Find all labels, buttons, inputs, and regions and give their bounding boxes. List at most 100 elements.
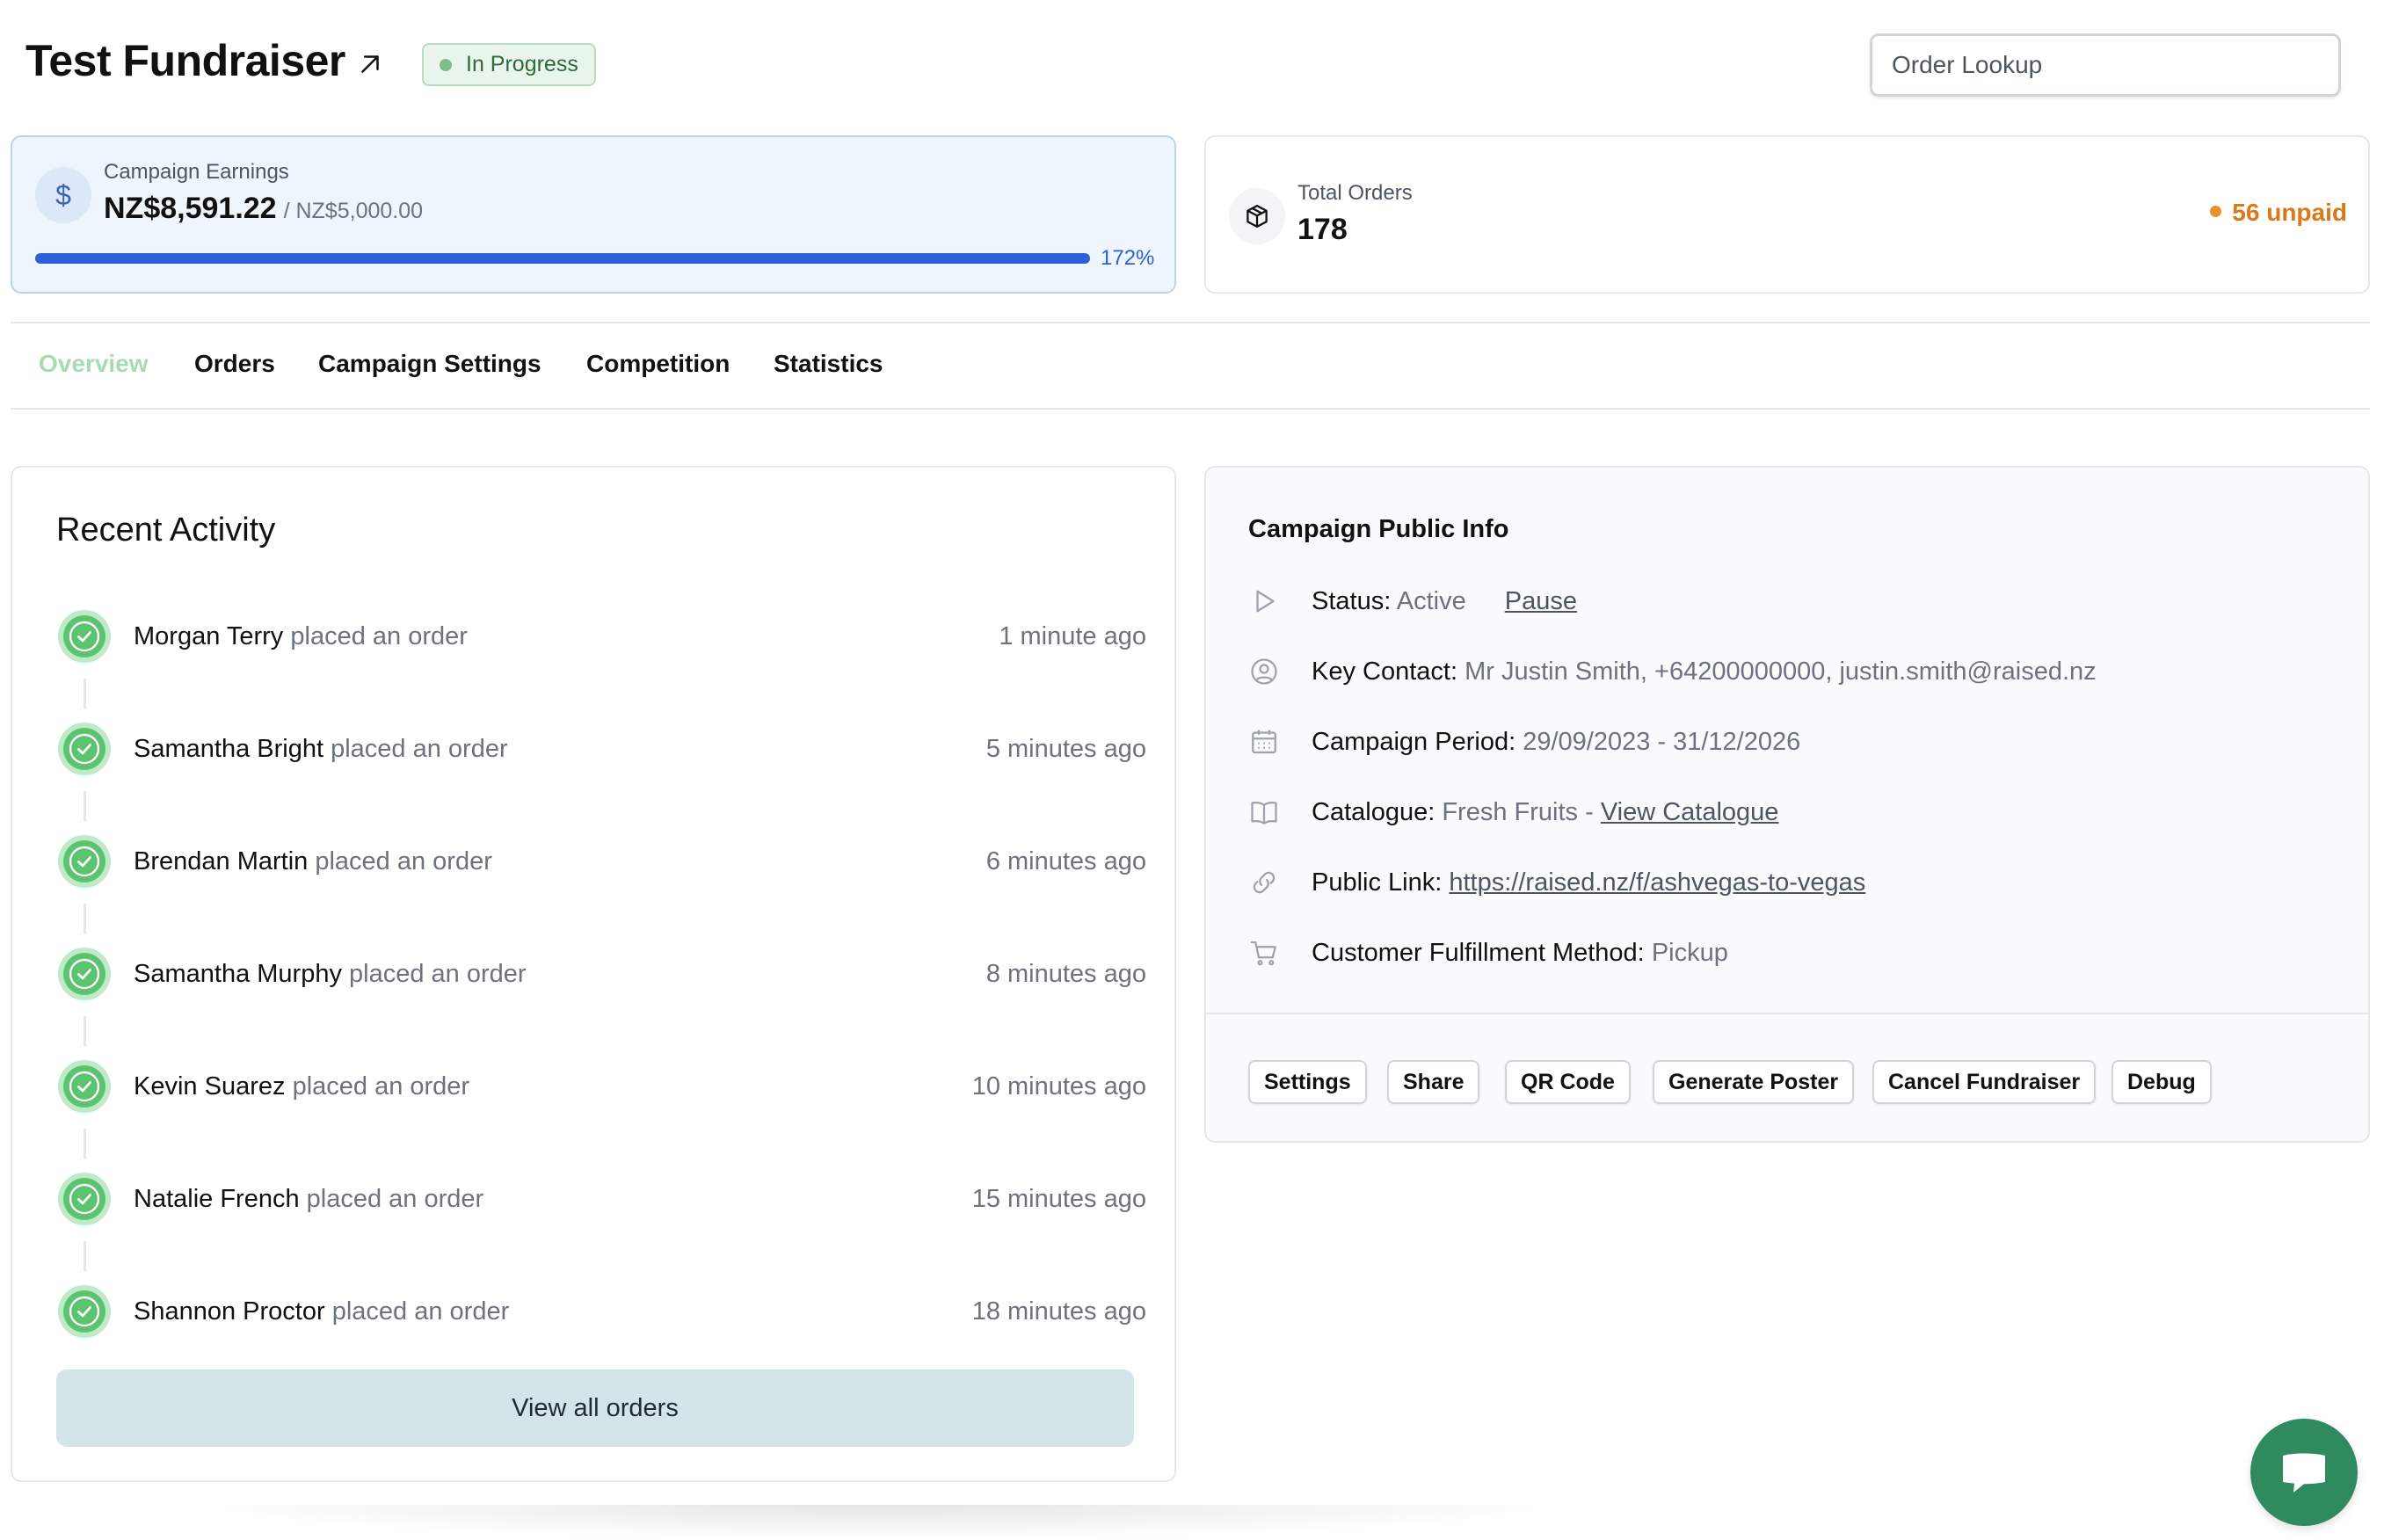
campaign-public-info-panel: Campaign Public Info Status: Active Paus… bbox=[1204, 466, 2370, 1143]
earnings-value: NZ$8,591.22/ NZ$5,000.00 bbox=[104, 192, 423, 226]
activity-text: Samantha Bright placed an order bbox=[134, 735, 508, 764]
bottom-shadow bbox=[176, 1505, 1582, 1540]
earnings-goal: / NZ$5,000.00 bbox=[283, 199, 424, 223]
status-badge-label: In Progress bbox=[466, 52, 578, 76]
status-dot-icon bbox=[440, 59, 452, 71]
activity-action: placed an order bbox=[290, 622, 468, 650]
catalogue-value: Fresh Fruits - bbox=[1442, 798, 1594, 826]
activity-customer-name: Natalie French bbox=[134, 1185, 300, 1213]
activity-action: placed an order bbox=[331, 735, 508, 763]
qr-code-button[interactable]: QR Code bbox=[1505, 1060, 1631, 1104]
key-contact-row: Key Contact: Mr Justin Smith, +642000000… bbox=[1248, 654, 2338, 689]
fulfillment-value: Pickup bbox=[1651, 939, 1728, 967]
campaign-public-info-title: Campaign Public Info bbox=[1248, 515, 1509, 543]
campaign-earnings-card: $ Campaign Earnings NZ$8,591.22/ NZ$5,00… bbox=[11, 135, 1176, 294]
activity-customer-name: Kevin Suarez bbox=[134, 1072, 286, 1101]
link-icon bbox=[1253, 871, 1276, 894]
order-lookup-input[interactable] bbox=[1870, 33, 2341, 97]
activity-time: 10 minutes ago bbox=[971, 1072, 1146, 1101]
tab-overview[interactable]: Overview bbox=[39, 350, 149, 378]
check-circle-icon bbox=[58, 610, 111, 663]
activity-item: Natalie French placed an order 15 minutes… bbox=[56, 1171, 1146, 1227]
unpaid-dot-icon bbox=[2210, 206, 2222, 218]
public-link-row: Public Link: https://raised.nz/f/ashvega… bbox=[1248, 865, 2338, 900]
earnings-label: Campaign Earnings bbox=[104, 160, 289, 184]
user-circle-icon bbox=[1251, 658, 1277, 685]
key-contact-text: Key Contact: Mr Justin Smith, +642000000… bbox=[1312, 657, 2097, 686]
activity-item: Shannon Proctor placed an order 18 minute… bbox=[56, 1283, 1146, 1340]
check-circle-icon bbox=[58, 835, 111, 888]
activity-action: placed an order bbox=[292, 1072, 470, 1101]
tab-campaign-settings[interactable]: Campaign Settings bbox=[318, 350, 541, 378]
settings-button[interactable]: Settings bbox=[1248, 1060, 1367, 1104]
public-link-key: Public Link: bbox=[1312, 868, 1443, 897]
status-badge: In Progress bbox=[422, 43, 596, 86]
debug-button[interactable]: Debug bbox=[2111, 1060, 2212, 1104]
earnings-progress-bar bbox=[35, 253, 1090, 264]
activity-item: Morgan Terry placed an order 1 minute ago bbox=[56, 608, 1146, 665]
external-link-icon[interactable] bbox=[355, 49, 385, 79]
key-contact-value: Mr Justin Smith, +64200000000, justin.sm… bbox=[1465, 657, 2097, 686]
pause-link[interactable]: Pause bbox=[1505, 587, 1577, 615]
calendar-icon bbox=[1252, 730, 1276, 754]
activity-customer-name: Shannon Proctor bbox=[134, 1297, 325, 1326]
fulfillment-row: Customer Fulfillment Method: Pickup bbox=[1248, 935, 2338, 970]
activity-connector bbox=[84, 791, 86, 821]
tabs-divider-top bbox=[11, 322, 2370, 323]
package-icon bbox=[1229, 188, 1285, 244]
recent-activity-panel: Recent Activity Morgan Terry placed an o… bbox=[11, 466, 1176, 1482]
activity-customer-name: Samantha Bright bbox=[134, 735, 324, 763]
activity-time: 5 minutes ago bbox=[985, 735, 1146, 763]
activity-customer-name: Samantha Murphy bbox=[134, 960, 342, 988]
tab-orders[interactable]: Orders bbox=[194, 350, 275, 378]
view-all-orders-button[interactable]: View all orders bbox=[56, 1369, 1134, 1447]
status-row: Status: Active Pause bbox=[1248, 584, 2338, 619]
total-orders-value: 178 bbox=[1297, 213, 1348, 246]
cancel-fundraiser-button[interactable]: Cancel Fundraiser bbox=[1872, 1060, 2097, 1104]
activity-connector bbox=[84, 1129, 86, 1159]
unpaid-orders-label: 56 unpaid bbox=[2232, 199, 2347, 226]
activity-text: Morgan Terry placed an order bbox=[134, 622, 468, 651]
check-circle-icon bbox=[58, 1060, 111, 1113]
campaign-period-value: 29/09/2023 - 31/12/2026 bbox=[1523, 728, 1801, 756]
page-title: Test Fundraiser bbox=[25, 36, 345, 85]
key-contact-key: Key Contact: bbox=[1312, 657, 1458, 686]
total-orders-label: Total Orders bbox=[1297, 181, 1413, 205]
catalogue-text: Catalogue: Fresh Fruits - View Catalogue bbox=[1312, 798, 1778, 827]
activity-connector bbox=[84, 1016, 86, 1046]
activity-connector bbox=[84, 679, 86, 708]
view-catalogue-link[interactable]: View Catalogue bbox=[1601, 798, 1779, 826]
tab-competition[interactable]: Competition bbox=[586, 350, 730, 378]
activity-time: 8 minutes ago bbox=[985, 960, 1146, 988]
status-value: Active bbox=[1396, 587, 1466, 615]
activity-connector bbox=[84, 1241, 86, 1271]
activity-text: Samantha Murphy placed an order bbox=[134, 960, 527, 989]
activity-text: Brendan Martin placed an order bbox=[134, 847, 492, 876]
unpaid-orders-indicator[interactable]: 56 unpaid bbox=[2210, 199, 2347, 227]
total-orders-card: Total Orders 178 56 unpaid bbox=[1204, 135, 2370, 294]
activity-text: Kevin Suarez placed an order bbox=[134, 1072, 469, 1101]
public-link-url[interactable]: https://raised.nz/f/ashvegas-to-vegas bbox=[1449, 868, 1865, 897]
activity-item: Kevin Suarez placed an order 10 minutes a… bbox=[56, 1058, 1146, 1115]
earnings-amount: NZ$8,591.22 bbox=[104, 192, 277, 225]
play-icon bbox=[1256, 590, 1275, 613]
fulfillment-text: Customer Fulfillment Method: Pickup bbox=[1312, 939, 1728, 968]
campaign-period-key: Campaign Period: bbox=[1312, 728, 1516, 756]
check-circle-icon bbox=[58, 723, 111, 775]
tab-statistics[interactable]: Statistics bbox=[774, 350, 883, 378]
activity-time: 15 minutes ago bbox=[971, 1185, 1146, 1213]
activity-action: placed an order bbox=[315, 847, 492, 875]
tabs-divider-bottom bbox=[11, 408, 2370, 410]
share-button[interactable]: Share bbox=[1387, 1060, 1480, 1104]
generate-poster-button[interactable]: Generate Poster bbox=[1653, 1060, 1855, 1104]
earnings-progress-percent: 172% bbox=[1101, 246, 1155, 270]
chat-launcher-button[interactable] bbox=[2250, 1419, 2358, 1526]
public-link-text: Public Link: https://raised.nz/f/ashvega… bbox=[1312, 868, 1865, 897]
activity-item: Brendan Martin placed an order 6 minutes … bbox=[56, 833, 1146, 890]
catalogue-key: Catalogue: bbox=[1312, 798, 1435, 826]
fulfillment-key: Customer Fulfillment Method: bbox=[1312, 939, 1645, 967]
page-header: Test Fundraiser In Progress bbox=[0, 0, 2384, 128]
activity-text: Natalie French placed an order bbox=[134, 1185, 483, 1214]
activity-action: placed an order bbox=[306, 1185, 484, 1213]
chat-bubble-icon bbox=[2283, 1453, 2325, 1493]
